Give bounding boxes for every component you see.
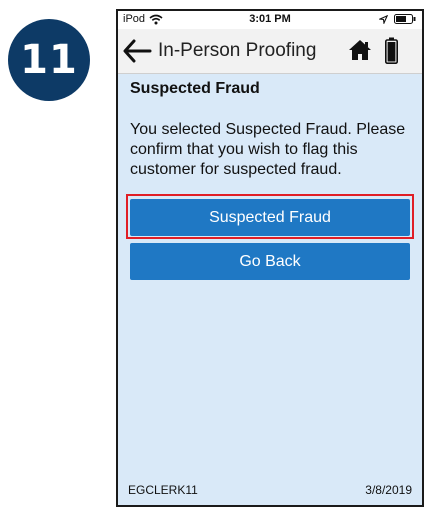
screen-heading: Suspected Fraud	[130, 80, 260, 97]
screen-content: Suspected Fraud You selected Suspected F…	[130, 77, 414, 180]
nav-title: In-Person Proofing	[158, 40, 317, 61]
confirmation-message: You selected Suspected Fraud. Please con…	[130, 121, 406, 178]
status-time: 3:01 PM	[249, 13, 291, 25]
phone-screen: iPod 3:01 PM In-Person Proofing Suspecte…	[116, 9, 424, 507]
battery-icon	[394, 14, 416, 24]
location-icon	[379, 14, 388, 24]
footer-date: 3/8/2019	[365, 483, 412, 497]
device-battery-icon	[385, 37, 398, 64]
step-number-badge: 11	[8, 19, 90, 101]
footer-user-id: EGCLERK11	[128, 483, 198, 497]
go-back-button[interactable]: Go Back	[130, 243, 410, 280]
home-icon[interactable]	[348, 39, 372, 61]
nav-bar: In-Person Proofing	[118, 29, 422, 74]
status-bar: iPod 3:01 PM	[118, 11, 422, 29]
suspected-fraud-button[interactable]: Suspected Fraud	[130, 199, 410, 236]
back-arrow-icon[interactable]	[122, 38, 152, 64]
status-right	[379, 14, 416, 24]
